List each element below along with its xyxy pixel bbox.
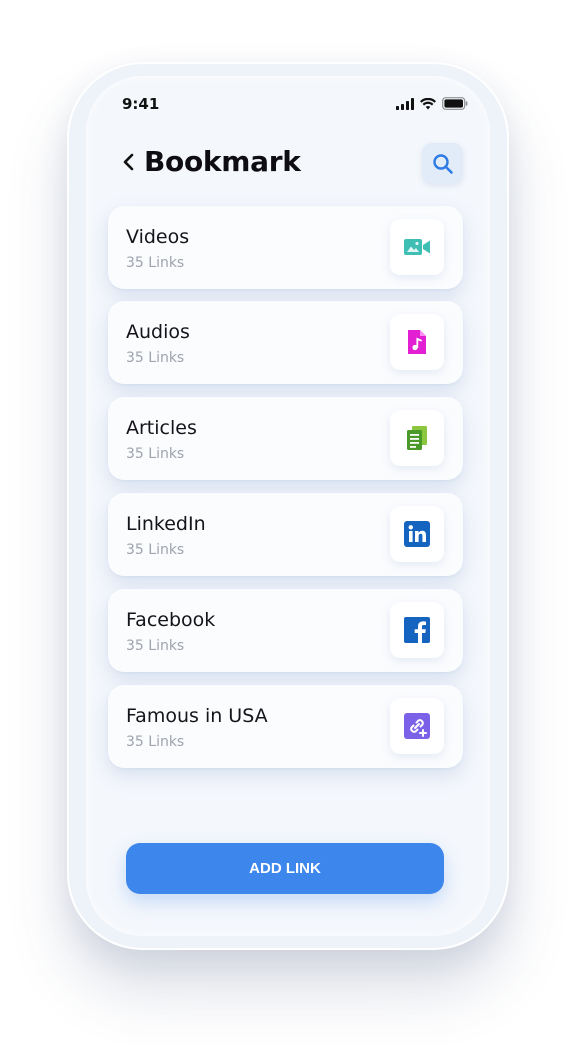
bookmark-item-facebook[interactable]: Facebook 35 Links	[108, 589, 463, 672]
page-title: Bookmark	[144, 145, 301, 178]
music-file-icon	[408, 330, 426, 354]
bookmark-count: 35 Links	[126, 542, 185, 558]
bookmark-count: 35 Links	[126, 350, 185, 366]
bookmark-count: 35 Links	[126, 638, 185, 654]
bookmark-count: 35 Links	[126, 255, 185, 271]
signal-icon	[396, 98, 414, 110]
facebook-icon	[404, 617, 430, 643]
add-link-button[interactable]: ADD LINK	[126, 843, 444, 894]
bookmark-item-videos[interactable]: Videos 35 Links	[108, 206, 463, 289]
status-icons	[396, 97, 468, 111]
bookmark-title: Famous in USA	[126, 705, 268, 727]
bookmark-title: Facebook	[126, 609, 216, 631]
icon-tile[interactable]	[390, 410, 444, 466]
search-icon	[432, 153, 453, 174]
icon-tile[interactable]	[390, 602, 444, 658]
icon-tile[interactable]	[390, 506, 444, 562]
icon-tile[interactable]	[390, 698, 444, 754]
bookmark-item-famous-in-usa[interactable]: Famous in USA 35 Links	[108, 685, 463, 768]
icon-tile[interactable]	[390, 219, 444, 275]
status-time: 9:41	[122, 95, 160, 113]
back-button[interactable]	[120, 151, 138, 173]
bookmark-title: Videos	[126, 226, 190, 248]
bookmark-item-articles[interactable]: Articles 35 Links	[108, 397, 463, 480]
bookmark-count: 35 Links	[126, 446, 185, 462]
search-button[interactable]	[422, 143, 463, 184]
add-link-icon	[404, 713, 430, 739]
bookmark-title: Articles	[126, 417, 197, 439]
stage: 9:41 Bookmark Videos 35 Links Audios 35 …	[0, 0, 583, 1045]
icon-tile[interactable]	[390, 314, 444, 370]
video-camera-icon	[404, 239, 430, 255]
bookmark-item-linkedin[interactable]: LinkedIn 35 Links	[108, 493, 463, 576]
linkedin-icon	[404, 521, 430, 547]
bookmark-count: 35 Links	[126, 734, 185, 750]
bookmark-title: Audios	[126, 321, 190, 343]
bookmark-title: LinkedIn	[126, 513, 206, 535]
bookmark-item-audios[interactable]: Audios 35 Links	[108, 301, 463, 384]
battery-icon	[442, 97, 468, 110]
chevron-left-icon	[123, 153, 134, 171]
wifi-icon	[420, 98, 436, 110]
documents-icon	[407, 426, 427, 450]
